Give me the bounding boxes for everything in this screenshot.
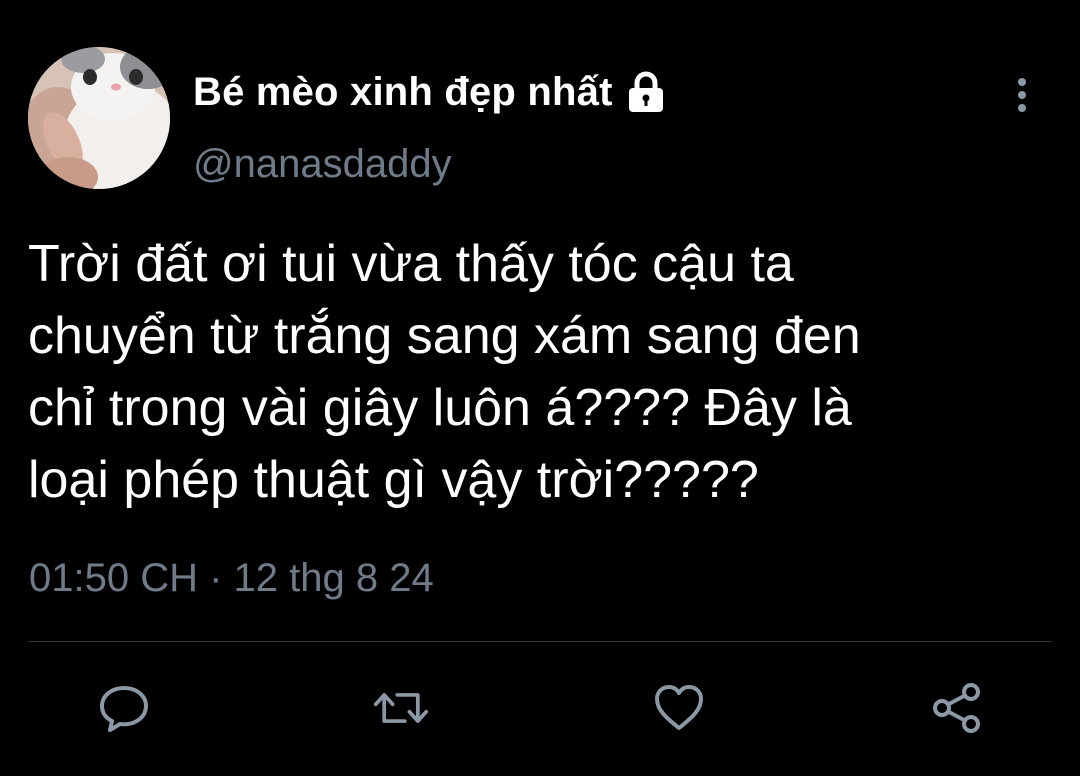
reply-icon xyxy=(100,686,148,732)
tweet-container: Bé mèo xinh đẹp nhất @nanasdaddy Trời đấ… xyxy=(0,0,1080,776)
display-name[interactable]: Bé mèo xinh đẹp nhất xyxy=(193,70,613,115)
share-button[interactable] xyxy=(929,680,985,736)
share-icon xyxy=(933,683,980,733)
retweet-button[interactable] xyxy=(373,680,429,736)
avatar[interactable] xyxy=(28,47,170,189)
tweet-timestamp[interactable]: 01:50 CH · 12 thg 8 24 xyxy=(29,556,434,601)
user-handle[interactable]: @nanasdaddy xyxy=(193,142,452,187)
reply-button[interactable] xyxy=(96,680,152,736)
lock-icon xyxy=(623,69,669,115)
tweet-text: Trời đất ơi tui vừa thấy tóc cậu ta chuy… xyxy=(28,235,861,509)
divider xyxy=(28,641,1052,642)
display-name-row: Bé mèo xinh đẹp nhất xyxy=(193,66,669,118)
more-options-icon[interactable] xyxy=(1005,72,1039,118)
like-button[interactable] xyxy=(651,680,707,736)
retweet-icon xyxy=(373,693,429,723)
like-icon xyxy=(655,685,703,730)
cat-avatar-icon xyxy=(28,47,170,189)
